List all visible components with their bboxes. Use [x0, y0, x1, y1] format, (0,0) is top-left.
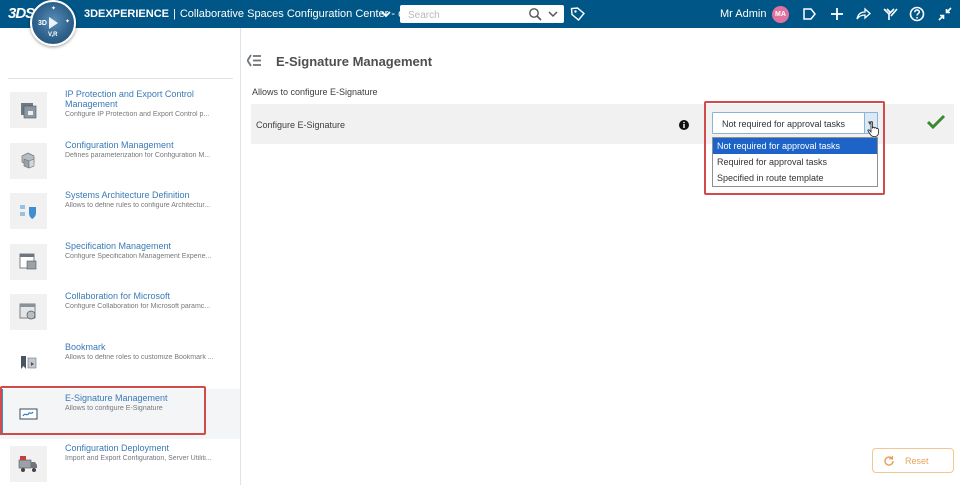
- reset-button[interactable]: Reset: [872, 448, 954, 473]
- compass-3d-label: 3D: [38, 20, 47, 27]
- chevron-down-icon[interactable]: [380, 8, 392, 20]
- avatar[interactable]: MA: [772, 6, 789, 23]
- select-options-list: Not required for approval tasks Required…: [712, 137, 878, 187]
- divider: [8, 78, 233, 79]
- compass-icon[interactable]: ✦ 3D ✦ V,R: [30, 0, 76, 46]
- share-icon[interactable]: [855, 6, 871, 22]
- sidebar-item-specification-management[interactable]: Specification Management Configure Speci…: [0, 237, 240, 287]
- sidebar-item-title: IP Protection and Export Control Managem…: [65, 89, 194, 109]
- search-input[interactable]: [400, 6, 520, 25]
- sidebar-item-title: Bookmark: [65, 342, 106, 352]
- configuration-cubes-icon: [10, 143, 47, 179]
- share-tag-icon[interactable]: [801, 6, 817, 22]
- selection-indicator: [0, 389, 3, 435]
- sidebar-item-title: Systems Architecture Definition: [65, 190, 190, 200]
- search-options-chevron-icon[interactable]: [548, 9, 558, 19]
- select-value: Not required for approval tasks: [722, 119, 846, 129]
- esignature-icon: [10, 396, 47, 432]
- app-title: Collaborative Spaces Configuration Cente…: [179, 8, 414, 20]
- sidebar-item-collaboration-microsoft[interactable]: Collaboration for Microsoft Configure Co…: [0, 287, 240, 337]
- sidebar-item-bookmark[interactable]: Bookmark Allows to define roles to custo…: [0, 338, 240, 388]
- sidebar-item-title: Collaboration for Microsoft: [65, 291, 171, 301]
- sidebar-item-description: Configure IP Protection and Export Contr…: [65, 111, 210, 118]
- search-icon[interactable]: [528, 7, 542, 21]
- help-icon[interactable]: [909, 6, 925, 22]
- sidebar-item-description: Allows to define rules to configure Arch…: [65, 202, 211, 209]
- sidebar-item-configuration-management[interactable]: Configuration Management Defines paramet…: [0, 136, 240, 186]
- microsoft-collab-icon: [10, 294, 47, 330]
- search-box[interactable]: [400, 5, 564, 25]
- select-option[interactable]: Specified in route template: [713, 170, 877, 186]
- sidebar-item-title: Specification Management: [65, 241, 172, 251]
- collapse-panel-icon[interactable]: [247, 54, 261, 67]
- play-icon: [49, 17, 58, 29]
- bookmark-icon: [10, 345, 47, 381]
- page-title: E-Signature Management: [276, 54, 433, 69]
- setting-label: Configure E-Signature: [256, 120, 346, 130]
- reset-label: Reset: [905, 456, 929, 466]
- sidebar-item-esignature-management[interactable]: E-Signature Management Allows to configu…: [0, 389, 240, 439]
- brand-name: 3DEXPERIENCE: [84, 8, 169, 20]
- sidebar: IP Protection and Export Control Managem…: [0, 28, 241, 485]
- sidebar-item-title: Configuration Deployment: [65, 443, 170, 453]
- compass-i-label: ✦: [65, 19, 71, 25]
- reset-icon: [884, 455, 894, 466]
- specification-icon: [10, 244, 47, 280]
- sidebar-item-description: Allows to define roles to customize Book…: [65, 354, 214, 361]
- info-icon[interactable]: [679, 120, 689, 130]
- app-title-bar[interactable]: 3DEXPERIENCE | Collaborative Spaces Config…: [84, 8, 413, 20]
- collapse-arrows-icon[interactable]: [937, 6, 953, 22]
- systems-architecture-icon: [10, 193, 47, 229]
- mouse-pointer-icon: [867, 121, 879, 137]
- compass-vr-label: V,R: [48, 32, 58, 38]
- esignature-select[interactable]: Not required for approval tasks ▾: [712, 112, 878, 134]
- tag-icon[interactable]: [570, 6, 586, 22]
- sidebar-item-description: Configure Specification Management Exper…: [65, 253, 212, 260]
- sidebar-item-description: Allows to configure E-Signature: [65, 405, 163, 412]
- apps-icon[interactable]: [882, 6, 898, 22]
- sidebar-item-description: Configure Collaboration for Microsoft pa…: [65, 303, 211, 310]
- sidebar-item-ip-protection[interactable]: IP Protection and Export Control Managem…: [0, 85, 240, 135]
- sidebar-item-title: Configuration Management: [65, 140, 174, 150]
- ip-protection-icon: [10, 92, 47, 128]
- sidebar-item-configuration-deployment[interactable]: Configuration Deployment Import and Expo…: [0, 439, 240, 485]
- deployment-truck-icon: [10, 446, 47, 482]
- sidebar-item-title: E-Signature Management: [65, 393, 168, 403]
- sidebar-item-systems-architecture[interactable]: Systems Architecture Definition Allows t…: [0, 186, 240, 236]
- top-bar: 3DS 3DEXPERIENCE | Collaborative Spaces Co…: [0, 0, 960, 28]
- add-icon[interactable]: [829, 6, 845, 22]
- select-option[interactable]: Required for approval tasks: [713, 154, 877, 170]
- brand-separator: |: [172, 8, 176, 20]
- page-subtitle: Allows to configure E-Signature: [252, 87, 378, 97]
- sidebar-item-description: Defines parameterization for Configurati…: [65, 152, 211, 159]
- user-name[interactable]: Mr Admin: [720, 8, 766, 20]
- check-icon[interactable]: [926, 113, 946, 131]
- sidebar-item-description: Import and Export Configuration, Server …: [65, 455, 212, 462]
- compass-north-label: ✦: [51, 6, 57, 12]
- select-option[interactable]: Not required for approval tasks: [713, 138, 877, 154]
